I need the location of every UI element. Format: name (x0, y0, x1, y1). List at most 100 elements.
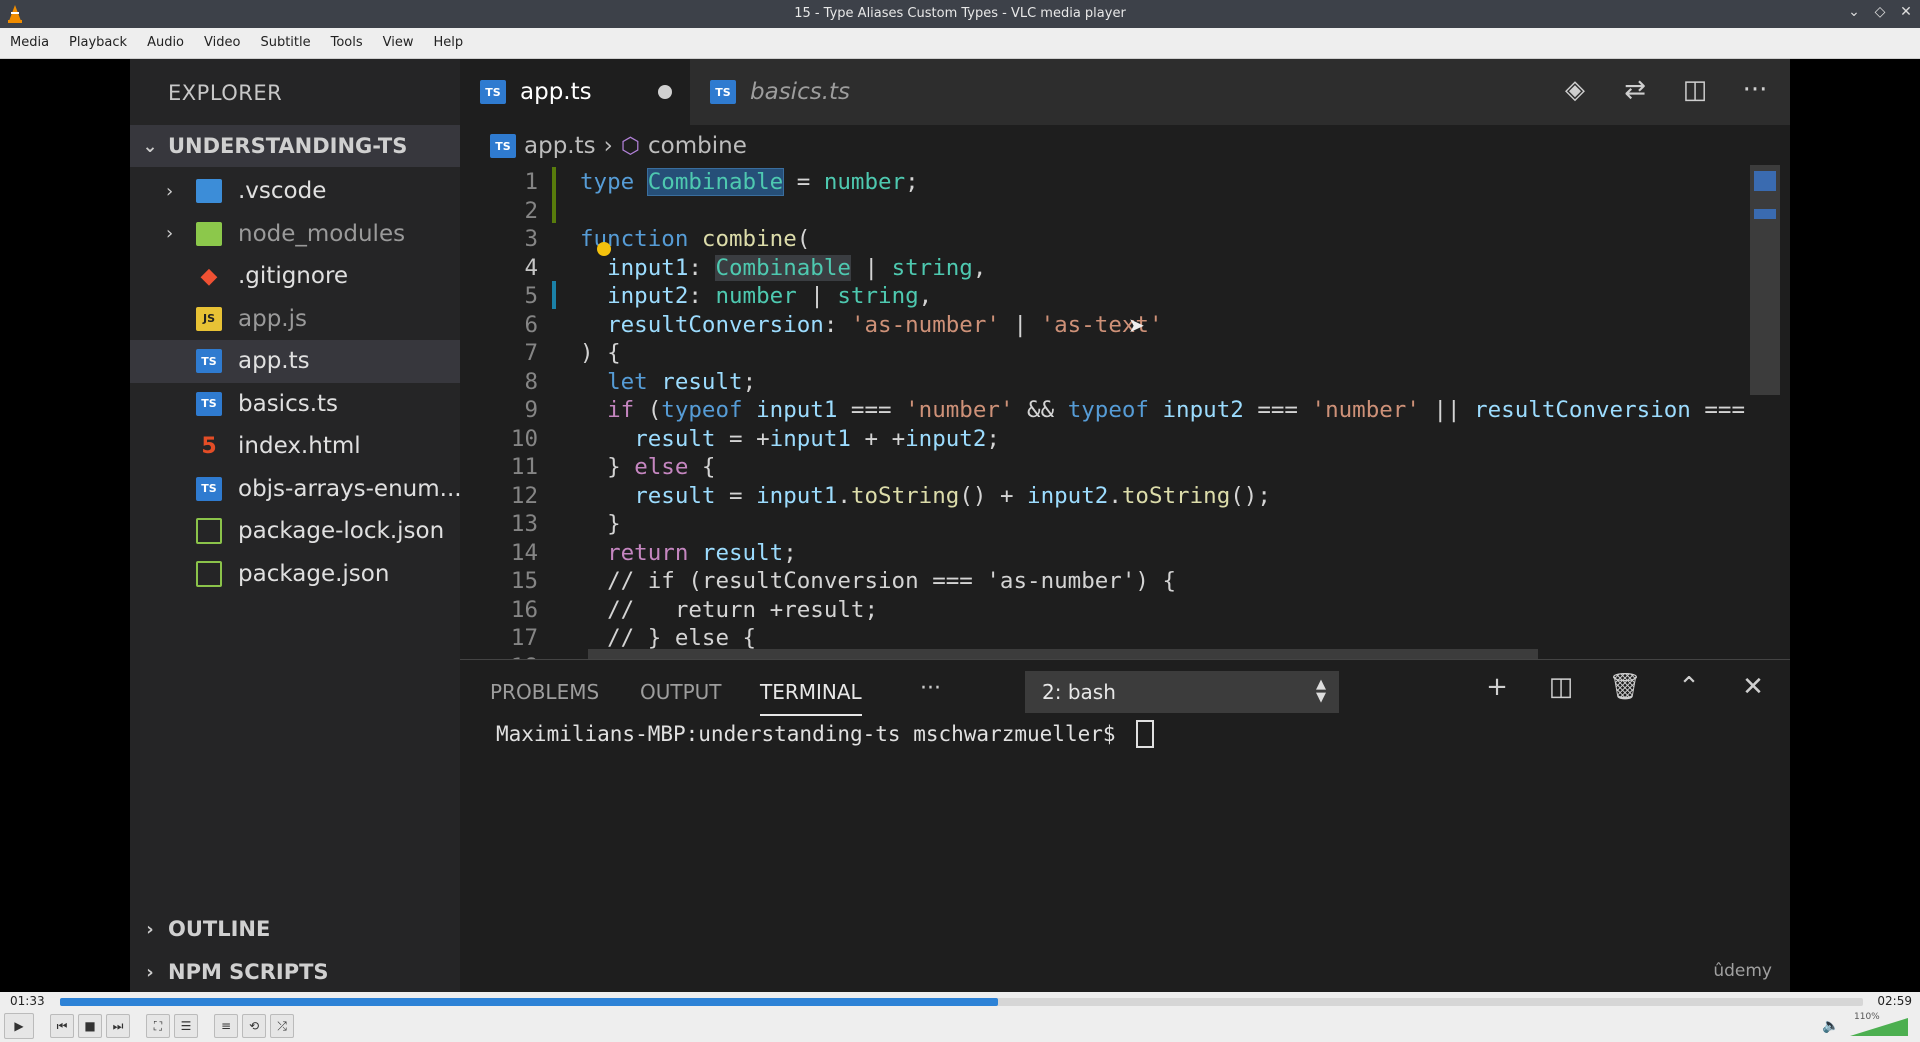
explorer-title: EXPLORER (168, 81, 283, 105)
editor-tabs: TS app.ts TS basics.ts ◈ ⇄ ◫ ··· (460, 59, 1790, 125)
fullscreen-button[interactable]: ⛶ (146, 1014, 170, 1038)
menu-view[interactable]: View (373, 28, 424, 58)
file-row-app-js: JS app.js (130, 298, 460, 341)
volume-slider[interactable]: 🔈 110% (1822, 1012, 1912, 1038)
playlist-button[interactable]: ≡ (214, 1014, 238, 1038)
split-editor-icon: ◫ (1682, 75, 1708, 105)
menu-tools[interactable]: Tools (321, 28, 373, 58)
speaker-icon[interactable]: 🔈 (1822, 1018, 1839, 1034)
file-row-basics-ts: TS basics.ts (130, 383, 460, 426)
tab-output: OUTPUT (640, 680, 722, 704)
project-name: UNDERSTANDING-TS (168, 134, 408, 158)
menu-audio[interactable]: Audio (137, 28, 194, 58)
terminal-cursor (1136, 720, 1155, 748)
bottom-panel: PROBLEMS OUTPUT TERMINAL ··· 2: bash ▲ ▼ … (460, 659, 1790, 993)
seek-slider[interactable] (60, 998, 1863, 1006)
shuffle-icon: ⤮ (277, 1018, 287, 1033)
previous-button[interactable]: ⏮ (50, 1014, 74, 1038)
code-text: resultConversion: 'as-number' | 'as-text… (607, 311, 1163, 338)
stop-button[interactable]: ■ (78, 1014, 102, 1038)
line-number: 9 (524, 397, 538, 423)
code-text: return result; (607, 539, 797, 566)
overview-ruler-marker (1754, 209, 1776, 219)
loop-button[interactable]: ⟲ (242, 1014, 266, 1038)
ts-file-icon: TS (490, 134, 516, 158)
maximize-icon[interactable]: ◇ (1872, 4, 1888, 20)
file-row-package-lock: package-lock.json (130, 510, 460, 553)
split-terminal-icon: ◫ (1548, 672, 1574, 702)
ts-file-icon: TS (196, 349, 222, 374)
code-text: // if (resultConversion === 'as-number')… (580, 568, 1177, 594)
more-actions-icon: ··· (1742, 75, 1768, 105)
line-number: 11 (510, 454, 538, 480)
line-number: 17 (510, 625, 538, 651)
total-time: 02:59 (1877, 994, 1912, 1008)
file-row-index-html: 5 index.html (130, 425, 460, 468)
chevron-down-icon: ⌄ (142, 135, 158, 157)
code-text: result = input1.toString() + input2.toSt… (634, 482, 1271, 509)
player-controls: 01:33 02:59 ▶ ⏮ ■ ⏭ ⛶ ☰ ≡ ⟲ ⤮ 🔈 110% (0, 992, 1920, 1042)
file-row-node-modules: › node_modules (130, 213, 460, 256)
file-row-objs-arrays: TS objs-arrays-enum... (130, 468, 462, 511)
line-number: 15 (510, 568, 538, 594)
more-tabs-icon: ··· (920, 676, 941, 701)
updown-caret-icon: ▲ ▼ (1316, 677, 1326, 705)
js-file-icon: JS (196, 306, 222, 331)
file-name: basics.ts (238, 390, 339, 417)
code-text: } (580, 511, 621, 537)
window-controls: ⌄ ◇ ✕ (1846, 4, 1914, 20)
extended-settings-button[interactable]: ☰ (174, 1014, 198, 1038)
line-number: 13 (510, 511, 538, 537)
ts-file-icon: TS (710, 80, 736, 104)
editor: TS app.ts TS basics.ts ◈ ⇄ ◫ ··· TS app.… (460, 59, 1790, 661)
menu-subtitle[interactable]: Subtitle (250, 28, 320, 58)
line-number: 8 (524, 368, 538, 395)
code-text: let result; (607, 368, 757, 395)
loop-icon: ⟲ (248, 1019, 260, 1033)
code-text: } else { (580, 454, 716, 480)
close-icon[interactable]: ✕ (1898, 4, 1914, 20)
fullscreen-icon: ⛶ (153, 1018, 163, 1033)
editor-actions: ◈ ⇄ ◫ ··· (1560, 75, 1770, 105)
vertical-scrollbar[interactable] (1750, 165, 1780, 395)
git-compare-icon: ◈ (1565, 75, 1585, 105)
code-text: ) { (580, 340, 621, 366)
line-number: 12 (510, 482, 538, 509)
function-symbol-icon: ⬡ (620, 133, 641, 159)
file-name: .vscode (238, 178, 327, 205)
file-name: node_modules (238, 220, 406, 247)
file-row-package-json: package.json (130, 553, 460, 596)
minimize-icon[interactable]: ⌄ (1846, 4, 1862, 20)
equalizer-icon: ☰ (180, 1019, 192, 1033)
file-name: package-lock.json (238, 518, 445, 545)
terminal-select-value: 2: bash (1042, 680, 1116, 704)
html-file-icon: 5 (201, 433, 217, 459)
file-name: index.html (238, 433, 361, 460)
line-number: 6 (524, 311, 538, 338)
menu-video[interactable]: Video (194, 28, 250, 58)
current-time: 01:33 (10, 994, 45, 1008)
menu-media[interactable]: Media (0, 28, 59, 58)
file-row-vscode: › .vscode (130, 170, 460, 213)
project-header: ⌄ UNDERSTANDING-TS (130, 125, 460, 167)
open-changes-icon: ⇄ (1624, 75, 1646, 105)
video-area[interactable]: EXPLORER ⌄ UNDERSTANDING-TS › .vscode › … (0, 59, 1920, 993)
breadcrumb-separator: › (603, 133, 613, 159)
lightbulb-icon[interactable] (597, 242, 611, 256)
vscode-window: EXPLORER ⌄ UNDERSTANDING-TS › .vscode › … (130, 59, 1790, 993)
git-icon: ◆ (200, 263, 218, 289)
menu-help[interactable]: Help (424, 28, 474, 58)
ts-file-icon: TS (480, 80, 506, 104)
playlist-icon: ≡ (220, 1019, 232, 1033)
window-title: 15 - Type Aliases Custom Types - VLC med… (794, 6, 1126, 21)
code-text: result = +input1 + +input2; (634, 425, 1000, 452)
play-button[interactable]: ▶ (4, 1013, 34, 1039)
line-number: 16 (510, 596, 538, 623)
breadcrumb: TS app.ts › ⬡ combine (490, 133, 747, 159)
code-text: input2: number | string, (607, 283, 933, 309)
tab-problems: PROBLEMS (490, 680, 600, 704)
line-number: 3 (524, 226, 538, 252)
next-button[interactable]: ⏭ (106, 1014, 130, 1038)
menu-playback[interactable]: Playback (59, 28, 137, 58)
shuffle-button[interactable]: ⤮ (270, 1014, 294, 1038)
